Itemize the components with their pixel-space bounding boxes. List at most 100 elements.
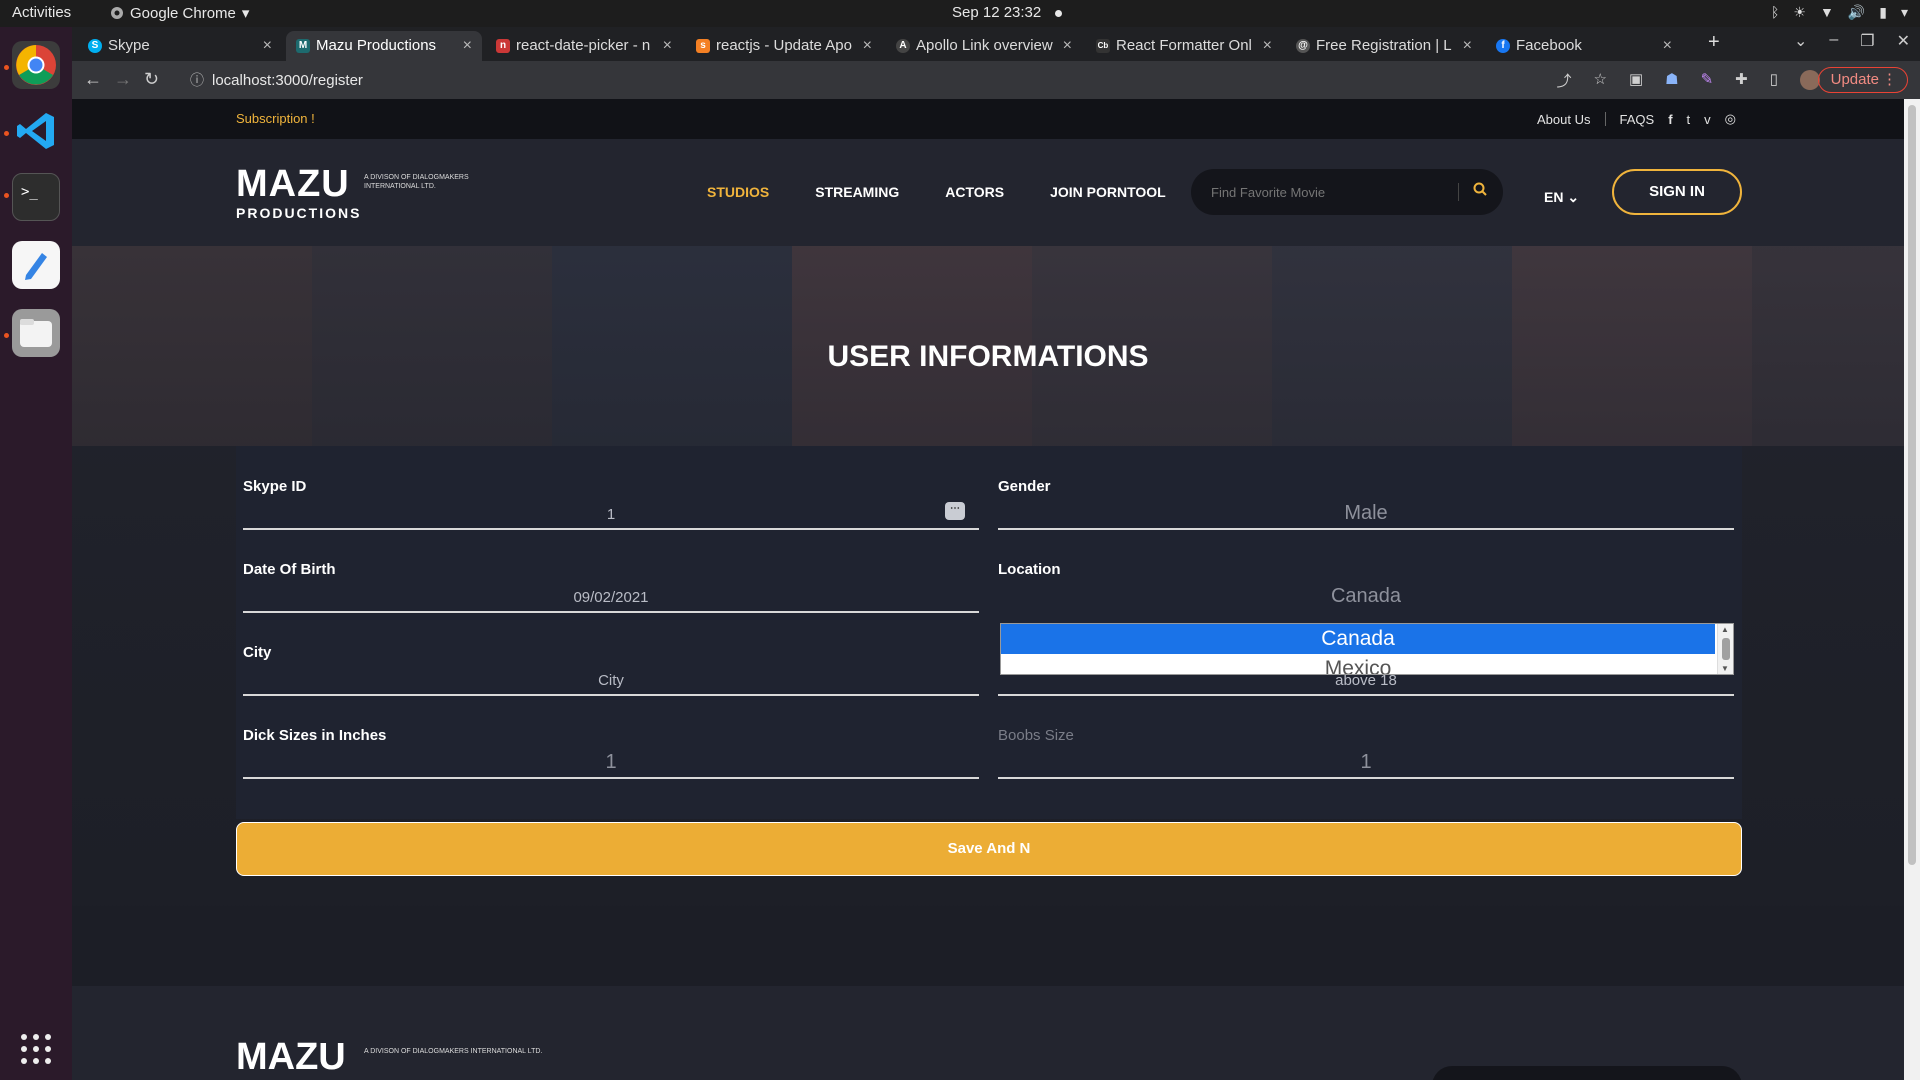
system-tray[interactable]: ᛒ ☀ ▼ 🔊 ▮ ▾ (1771, 4, 1908, 21)
site-info-icon[interactable]: ⓘ (190, 67, 204, 94)
footer-search[interactable] (1432, 1066, 1742, 1080)
footer-logo[interactable]: MAZU (236, 1036, 346, 1079)
boobs-size-field: Boobs Size 1 (998, 727, 1734, 795)
text-editor-launcher[interactable] (12, 241, 60, 289)
close-icon[interactable]: × (663, 31, 672, 61)
volume-icon: 🔊 (1847, 4, 1866, 20)
forward-icon[interactable]: → (114, 69, 132, 90)
location-option[interactable]: Canada (1001, 624, 1715, 654)
save-and-next-button[interactable]: Save And N (236, 822, 1742, 876)
terminal-icon: >_ (21, 184, 38, 200)
close-icon[interactable]: × (863, 31, 872, 61)
location-select[interactable]: Canada (998, 585, 1734, 608)
subscription-link[interactable]: Subscription ! (236, 111, 315, 126)
nav-actors[interactable]: ACTORS (945, 184, 1004, 200)
main-menu: STUDIOS STREAMING ACTORS JOIN PORNTOOL (707, 184, 1166, 200)
side-panel-icon[interactable]: ▯ (1770, 70, 1778, 91)
vimeo-icon[interactable]: v (1704, 112, 1711, 127)
dob-input[interactable]: 09/02/2021 (243, 589, 979, 606)
nav-studios[interactable]: STUDIOS (707, 184, 769, 200)
tab-strip: S Skype × M Mazu Productions × n react-date-p… (72, 27, 1920, 61)
show-apps-icon[interactable] (20, 1033, 52, 1070)
new-tab-button[interactable]: + (1708, 31, 1720, 54)
address-bar[interactable]: ⓘ localhost:3000/register (182, 67, 1622, 94)
search-input[interactable] (1211, 181, 1451, 203)
language-select[interactable]: EN ⌄ (1544, 189, 1579, 206)
tab-label: Facebook (1516, 37, 1582, 54)
scroll-up-icon[interactable]: ▲ (1721, 625, 1729, 634)
app-menu[interactable]: Google Chrome ▾ (110, 4, 249, 22)
location-dropdown-list[interactable]: Canada Mexico ▲ ▼ (1000, 623, 1734, 675)
close-icon[interactable]: × (1463, 31, 1472, 61)
back-icon[interactable]: ← (84, 69, 102, 90)
close-window-icon[interactable]: ✕ (1897, 31, 1910, 51)
footer-logo-subtitle: A DIVISON OF DIALOGMAKERS INTERNATIONAL … (364, 1048, 543, 1055)
sign-in-button[interactable]: SIGN IN (1612, 169, 1742, 215)
close-icon[interactable]: × (1263, 31, 1272, 61)
puzzle-icon[interactable]: ✚ (1735, 70, 1748, 91)
update-button[interactable]: Update ⋮ (1817, 67, 1908, 93)
language-label: EN (1544, 189, 1564, 205)
tab-registration[interactable]: @ Free Registration | L × (1286, 31, 1482, 61)
tab-npm[interactable]: n react-date-picker - n × (486, 31, 682, 61)
minimize-icon[interactable]: – (1829, 31, 1838, 51)
tab-label: react-date-picker - n (516, 37, 651, 54)
tab-skype[interactable]: S Skype × (78, 31, 282, 61)
activities-button[interactable]: Activities (12, 4, 71, 21)
skype-id-input[interactable]: 1 (243, 506, 979, 523)
tab-stackoverflow[interactable]: s reactjs - Update Apo × (686, 31, 882, 61)
gender-select[interactable]: Male (998, 502, 1734, 525)
tab-formatter[interactable]: Cb React Formatter Onl × (1086, 31, 1282, 61)
search-icon[interactable] (1473, 182, 1487, 199)
password-manager-icon[interactable]: ⋯ (945, 502, 965, 520)
vscode-icon (17, 113, 54, 149)
dob-field: Date Of Birth 09/02/2021 (243, 561, 979, 629)
nav-join-porntool[interactable]: JOIN PORNTOOL (1050, 184, 1166, 200)
nav-streaming[interactable]: STREAMING (815, 184, 899, 200)
vscode-launcher[interactable] (12, 107, 60, 155)
scrollbar[interactable]: ▲ ▼ (1717, 624, 1733, 674)
tab-facebook[interactable]: f Facebook × (1486, 31, 1682, 61)
tab-search-icon[interactable]: ⌄ (1794, 31, 1807, 51)
dock: >_ (0, 27, 72, 1080)
pen-icon[interactable]: ✎ (1701, 70, 1714, 91)
gender-field: Gender Male (998, 478, 1734, 546)
scroll-down-icon[interactable]: ▼ (1721, 664, 1729, 673)
reload-icon[interactable]: ↻ (144, 69, 159, 90)
scrollbar-thumb[interactable] (1908, 105, 1916, 865)
site-logo[interactable]: MAZU A DIVISON OF DIALOGMAKERS INTERNATI… (236, 165, 469, 221)
chrome-launcher[interactable] (12, 41, 60, 89)
close-icon[interactable]: × (1663, 31, 1672, 61)
page-scrollbar[interactable] (1904, 99, 1920, 1080)
faqs-link[interactable]: FAQS (1620, 112, 1655, 127)
skype-id-field: Skype ID 1 ⋯ (243, 478, 979, 546)
city-input[interactable]: City (243, 672, 979, 689)
field-label: City (243, 644, 272, 661)
twitter-icon[interactable]: t (1687, 112, 1691, 127)
tab-apollo[interactable]: A Apollo Link overview × (886, 31, 1082, 61)
about-us-link[interactable]: About Us (1537, 112, 1590, 127)
share-icon[interactable]: ⤴ (1556, 70, 1571, 91)
close-icon[interactable]: × (463, 31, 472, 61)
terminal-launcher[interactable]: >_ (12, 173, 60, 221)
facebook-icon[interactable]: f (1668, 112, 1672, 127)
field-underline (243, 611, 979, 613)
facebook-icon: f (1496, 39, 1510, 53)
kebab-menu-icon: ⋮ (1882, 71, 1897, 88)
clock[interactable]: Sep 12 23:32 (952, 4, 1063, 21)
extension-badge-icon[interactable]: ☗ (1665, 70, 1678, 91)
chevron-down-icon: ▾ (241, 5, 250, 22)
page-title: USER INFORMATIONS (827, 340, 1149, 373)
close-icon[interactable]: × (263, 31, 272, 61)
cast-icon[interactable]: ▣ (1629, 70, 1643, 91)
restore-icon[interactable]: ❐ (1860, 31, 1874, 51)
tab-mazu[interactable]: M Mazu Productions × (286, 31, 482, 61)
star-icon[interactable]: ☆ (1593, 70, 1606, 91)
scrollbar-thumb[interactable] (1722, 638, 1730, 660)
dribbble-icon[interactable]: ◎ (1725, 111, 1736, 127)
dick-size-input[interactable]: 1 (243, 751, 979, 774)
location-option[interactable]: Mexico (1001, 654, 1715, 674)
files-launcher[interactable] (12, 309, 60, 357)
boobs-size-input[interactable]: 1 (998, 751, 1734, 774)
close-icon[interactable]: × (1063, 31, 1072, 61)
